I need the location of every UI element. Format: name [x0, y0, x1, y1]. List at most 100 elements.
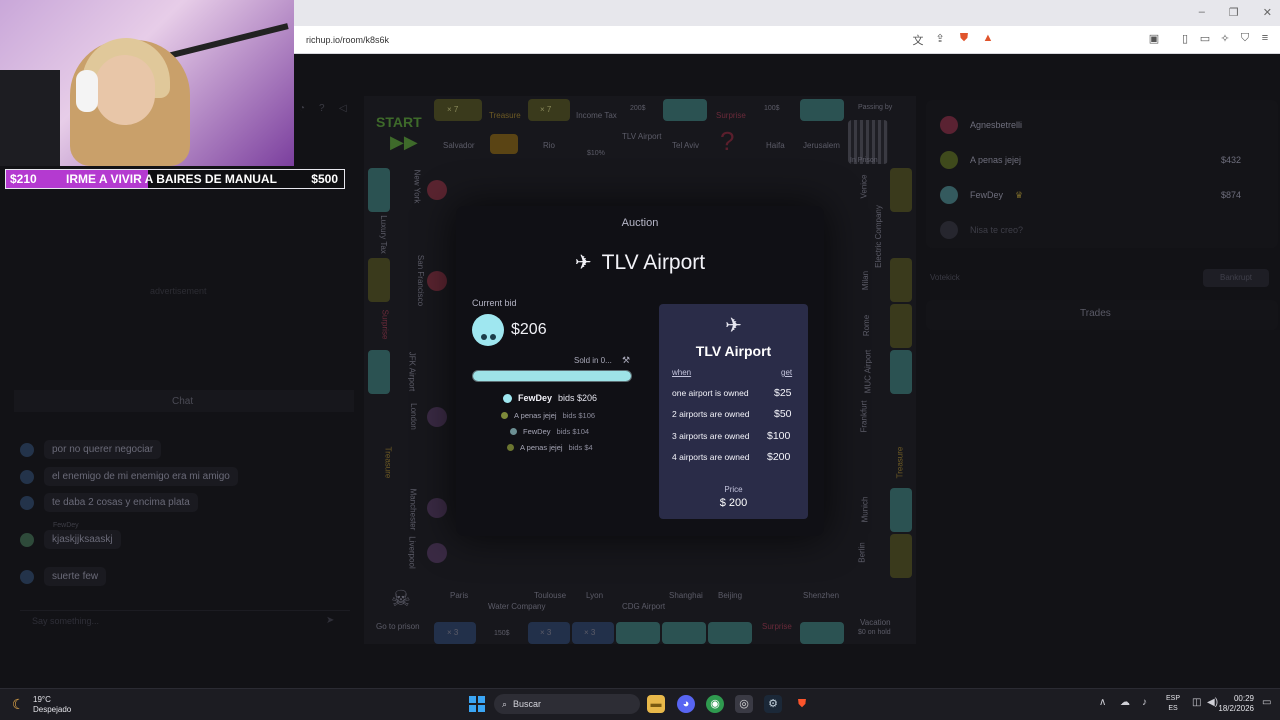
- file-explorer-icon[interactable]: ▬: [647, 695, 665, 713]
- tile-lyon[interactable]: Lyon: [586, 591, 603, 600]
- reader-icon[interactable]: ▯: [1178, 32, 1192, 45]
- player-row[interactable]: A penas jejej: [940, 151, 1021, 169]
- tile-frankfurt[interactable]: Frankfurt: [860, 400, 869, 432]
- tile-income-tax[interactable]: Income Tax: [576, 111, 617, 120]
- rent-condition: 3 airports are owned: [672, 431, 750, 441]
- tile-tel-aviv[interactable]: Tel Aviv: [672, 141, 699, 150]
- avatar: [472, 314, 504, 346]
- taskbar-search[interactable]: ⌕ Buscar: [494, 694, 640, 714]
- discord-icon[interactable]: ◕: [677, 695, 695, 713]
- tile-rio[interactable]: Rio: [543, 141, 555, 150]
- windows-start-icon[interactable]: [469, 696, 485, 712]
- player-row[interactable]: FewDey ♛: [940, 186, 1023, 204]
- bankrupt-button[interactable]: Bankrupt: [1203, 269, 1269, 287]
- tile-water-company[interactable]: Water Company: [488, 602, 546, 611]
- tile-venice[interactable]: Venice: [860, 174, 869, 198]
- tile-tlv-airport[interactable]: TLV Airport: [622, 132, 661, 141]
- send-icon[interactable]: ➤: [326, 615, 334, 626]
- tile-in-prison[interactable]: In Prison: [850, 157, 878, 164]
- tile-shanghai[interactable]: Shanghai: [669, 591, 703, 600]
- tile-salvador[interactable]: Salvador: [443, 141, 475, 150]
- tile-treasure[interactable]: Treasure: [895, 447, 904, 479]
- weather-temperature[interactable]: 19°C: [33, 695, 51, 704]
- sidebar-icon[interactable]: ▣: [1147, 32, 1161, 45]
- current-bid-label: Current bid: [472, 298, 517, 308]
- avatar: [20, 495, 34, 510]
- menu-icon[interactable]: ≡: [1258, 32, 1272, 44]
- tile-treasure[interactable]: Treasure: [383, 447, 392, 479]
- bidder-name: FewDey: [518, 393, 553, 403]
- vpn-icon[interactable]: ⛉: [1238, 32, 1252, 45]
- sound-icon[interactable]: ◁: [339, 103, 347, 114]
- ai-icon[interactable]: ✧: [1218, 32, 1232, 45]
- tile-jerusalem[interactable]: Jerusalem: [803, 141, 840, 150]
- clock-time: 00:29: [1233, 694, 1254, 703]
- tile-london[interactable]: London: [409, 403, 418, 430]
- tile-luxury-tax[interactable]: Luxury Tax: [379, 215, 388, 254]
- tray-chevron-icon[interactable]: ∧: [1099, 697, 1106, 708]
- brave-icon[interactable]: ⛊: [793, 695, 811, 713]
- tile-muc-airport[interactable]: MUC Airport: [863, 350, 872, 394]
- tile-treasure[interactable]: Treasure: [489, 111, 521, 120]
- start-arrow-icon: ▶▶: [390, 132, 418, 152]
- notification-icon[interactable]: ▭: [1262, 697, 1271, 708]
- tile-shenzhen[interactable]: Shenzhen: [803, 591, 839, 600]
- player-row[interactable]: Agnesbetrelli: [940, 116, 1022, 134]
- votekick-button[interactable]: Votekick: [930, 273, 960, 282]
- obs-icon[interactable]: ◎: [735, 695, 753, 713]
- tile-cdg-airport[interactable]: CDG Airport: [622, 602, 665, 611]
- tile-haifa[interactable]: Haifa: [766, 141, 785, 150]
- wallet-icon[interactable]: ▭: [1198, 32, 1212, 45]
- mic-icon[interactable]: ♪: [1142, 697, 1147, 708]
- maximize-button[interactable]: ❐: [1229, 6, 1239, 19]
- tile-paris[interactable]: Paris: [450, 591, 468, 600]
- close-button[interactable]: ✕: [1263, 6, 1272, 19]
- share-icon[interactable]: ⇪: [933, 32, 947, 45]
- url-text[interactable]: richup.io/room/k8s6k: [306, 35, 389, 45]
- timer-bar-fill: [473, 371, 631, 381]
- chrome-icon[interactable]: ◉: [706, 695, 724, 713]
- moon-icon[interactable]: ☾: [12, 696, 25, 713]
- tile-munich[interactable]: Munich: [860, 497, 869, 523]
- discord-icon[interactable]: ◔: [299, 103, 305, 114]
- tile-liverpool[interactable]: Liverpool: [408, 536, 417, 568]
- help-icon[interactable]: ?: [319, 103, 325, 114]
- steam-icon[interactable]: ⚙: [764, 695, 782, 713]
- avatar: [940, 116, 958, 134]
- network-tray-icon[interactable]: ☁: [1120, 697, 1130, 708]
- vacation-pot: $0 on hold: [858, 629, 891, 636]
- minimize-button[interactable]: –: [1199, 6, 1205, 19]
- tile-milan[interactable]: Milan: [861, 271, 870, 290]
- usa-flag-icon: [427, 180, 447, 200]
- tile-surprise[interactable]: Surprise: [716, 111, 746, 120]
- tile-vacation[interactable]: Vacation: [860, 618, 891, 627]
- chat-placeholder[interactable]: Say something...: [32, 616, 99, 626]
- translate-icon[interactable]: 文: [911, 32, 925, 48]
- tile-berlin[interactable]: Berlin: [858, 542, 867, 562]
- sold-in-timer: Sold in 0...: [574, 356, 612, 365]
- tile-go-to-prison[interactable]: Go to prison: [376, 622, 420, 631]
- language-indicator[interactable]: ESP ES: [1166, 694, 1180, 714]
- tile-san-francisco[interactable]: San Francisco: [416, 255, 425, 306]
- tile-toulouse[interactable]: Toulouse: [534, 591, 566, 600]
- tile-surprise[interactable]: Surprise: [762, 622, 792, 631]
- tile-surprise[interactable]: Surprise: [380, 310, 389, 340]
- rewards-icon[interactable]: ▲: [981, 32, 995, 44]
- chat-message: el enemigo de mi enemigo era mi amigo: [20, 467, 238, 486]
- tile-new-york[interactable]: New York: [412, 170, 421, 204]
- brave-shield-icon[interactable]: ⛊: [957, 32, 971, 45]
- tile-beijing[interactable]: Beijing: [718, 591, 742, 600]
- player-row[interactable]: Nisa te creo?: [940, 221, 1023, 239]
- wifi-icon[interactable]: ◫: [1192, 697, 1201, 708]
- tile-manchester[interactable]: Manchester: [408, 489, 417, 531]
- tile-color: [368, 350, 390, 394]
- auction-property-header: ✈ TLV Airport: [456, 250, 824, 275]
- weather-description[interactable]: Despejado: [33, 705, 71, 714]
- tile-rome[interactable]: Rome: [862, 315, 871, 336]
- streamer-face: [95, 55, 155, 125]
- address-bar[interactable]: [294, 26, 1280, 54]
- tile-electric-company[interactable]: Electric Company: [874, 205, 883, 268]
- bid-history-row: FewDey bids $104: [510, 427, 589, 436]
- clock[interactable]: 00:29 18/2/2026: [1216, 694, 1254, 714]
- tile-jfk-airport[interactable]: JFK Airport: [407, 352, 416, 392]
